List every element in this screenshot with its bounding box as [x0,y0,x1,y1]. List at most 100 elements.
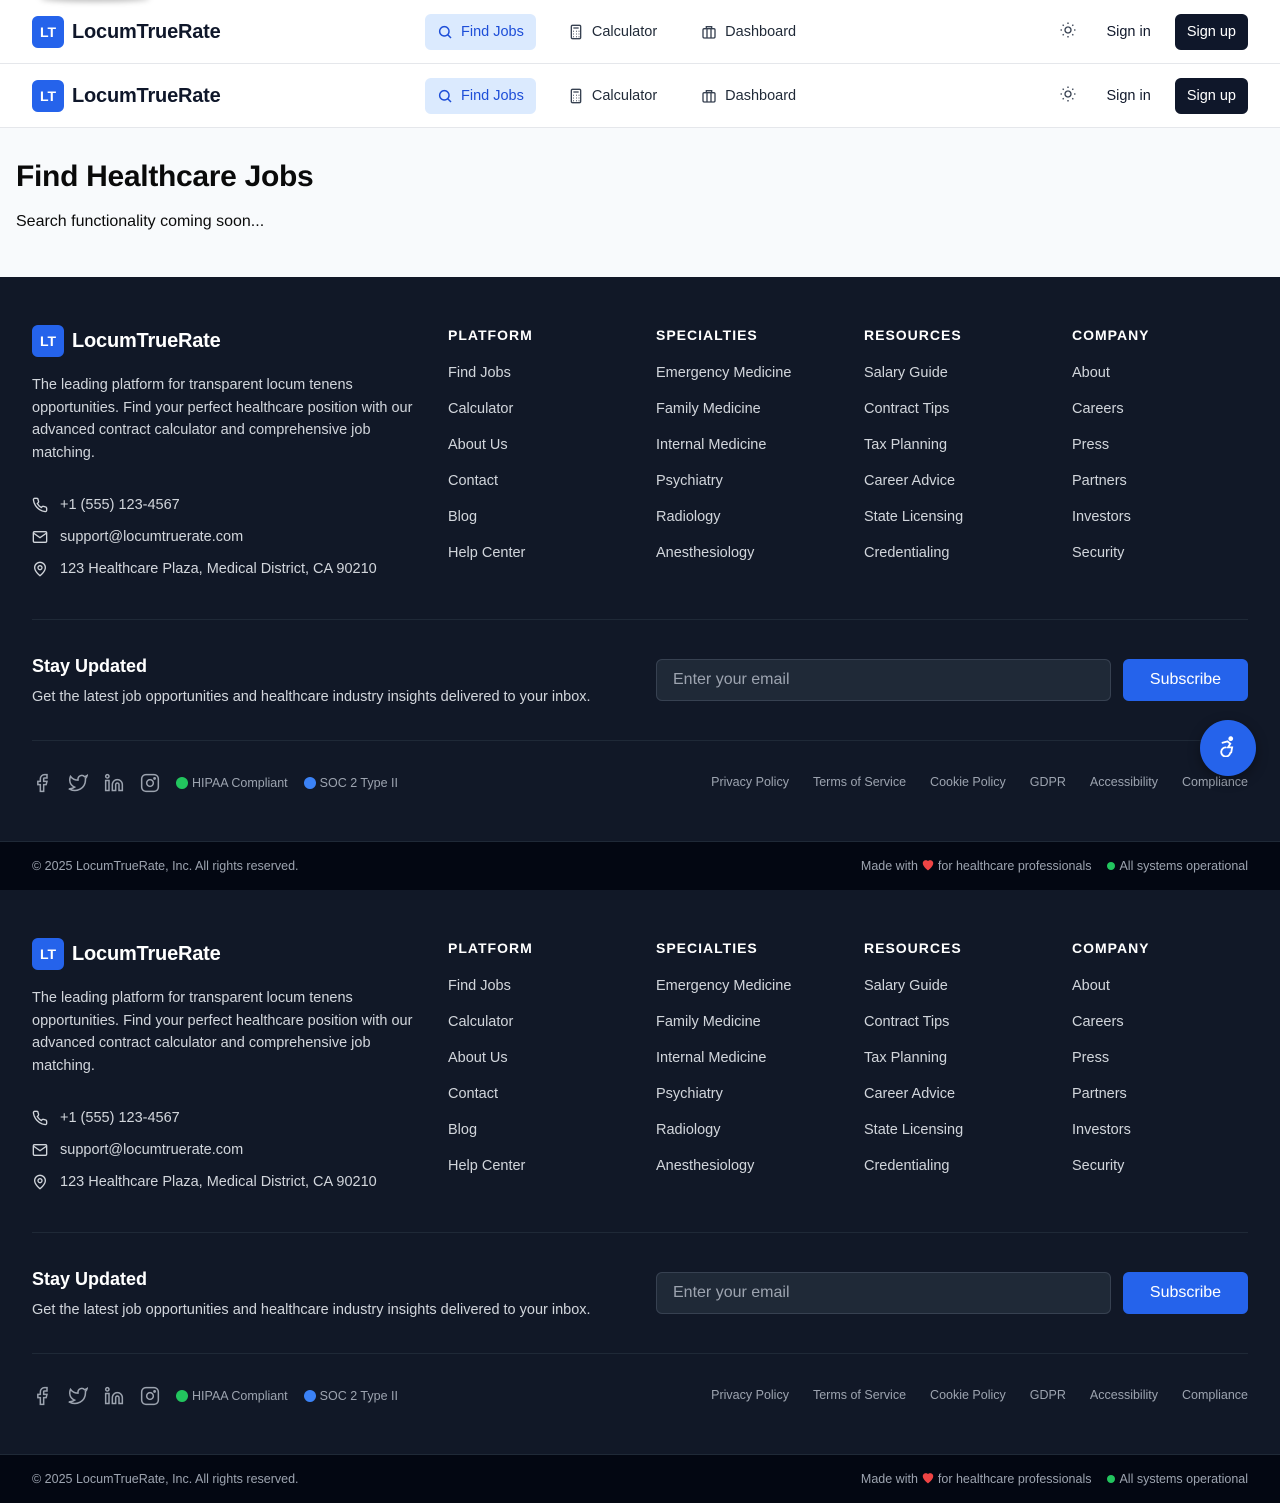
contact-phone[interactable]: +1 (555) 123-4567 [32,1102,417,1134]
footer-link[interactable]: Calculator [448,401,638,437]
footer-link[interactable]: Partners [1072,473,1262,509]
footer-link[interactable]: Internal Medicine [656,1050,846,1086]
accessibility-link[interactable]: Accessibility [1090,775,1158,789]
contact-email[interactable]: support@locumtruerate.com [32,1134,417,1166]
footer-link[interactable]: Psychiatry [656,473,846,509]
footer-link[interactable]: About [1072,978,1262,1014]
footer-link[interactable]: Emergency Medicine [656,365,846,401]
footer-link[interactable]: Anesthesiology [656,1158,846,1194]
contact-phone[interactable]: +1 (555) 123-4567 [32,489,417,521]
footer-link[interactable]: Radiology [656,509,846,545]
nav-dashboard[interactable]: Dashboard [689,14,808,50]
brand-link[interactable]: LT LocumTrueRate [32,16,221,48]
footer-link[interactable]: Blog [448,1122,638,1158]
privacy-policy-link[interactable]: Privacy Policy [711,1388,789,1402]
nav-calculator[interactable]: Calculator [556,78,669,114]
footer-link[interactable]: Contact [448,1086,638,1122]
nav-calculator[interactable]: Calculator [556,14,669,50]
newsletter-email-input[interactable]: Enter your email [656,1272,1111,1314]
status-dot [303,777,316,789]
subscribe-button[interactable]: Subscribe [1123,1272,1248,1314]
newsletter-email-input[interactable]: Enter your email [656,659,1111,701]
footer-link[interactable]: Salary Guide [864,978,1054,1014]
footer-link[interactable]: Emergency Medicine [656,978,846,1014]
cookie-policy-link[interactable]: Cookie Policy [930,775,1006,789]
footer-link[interactable]: Press [1072,437,1262,473]
footer-link[interactable]: Internal Medicine [656,437,846,473]
footer-link[interactable]: Psychiatry [656,1086,846,1122]
cookie-policy-link[interactable]: Cookie Policy [930,1388,1006,1402]
theme-toggle-button[interactable] [1050,14,1086,50]
accessibility-link[interactable]: Accessibility [1090,1388,1158,1402]
footer-link[interactable]: Career Advice [864,473,1054,509]
footer-link[interactable]: About Us [448,1050,638,1086]
footer-link[interactable]: Help Center [448,1158,638,1194]
footer-link[interactable]: Find Jobs [448,978,638,1014]
footer-link[interactable]: Radiology [656,1122,846,1158]
footer-link[interactable]: State Licensing [864,509,1054,545]
footer-link[interactable]: Contract Tips [864,1014,1054,1050]
facebook-icon[interactable] [32,1386,52,1406]
instagram-icon[interactable] [140,773,160,793]
footer-brand-link[interactable]: LT LocumTrueRate [32,325,417,357]
footer-col-company: COMPANY About Careers Press Partners Inv… [1072,327,1262,581]
theme-toggle-button[interactable] [1050,78,1086,114]
instagram-icon[interactable] [140,1386,160,1406]
footer-link[interactable]: Security [1072,545,1262,581]
footer-link[interactable]: Salary Guide [864,365,1054,401]
privacy-policy-link[interactable]: Privacy Policy [711,775,789,789]
footer-link[interactable]: Investors [1072,1122,1262,1158]
sign-up-button[interactable]: Sign up [1174,78,1248,114]
twitter-icon[interactable] [68,1386,88,1406]
facebook-icon[interactable] [32,773,52,793]
footer-link[interactable]: Careers [1072,401,1262,437]
brand-link[interactable]: LT LocumTrueRate [32,80,221,112]
sign-up-button[interactable]: Sign up [1174,14,1248,50]
compliance-link[interactable]: Compliance [1182,1388,1248,1402]
footer-link[interactable]: Family Medicine [656,1014,846,1050]
footer-link[interactable]: Anesthesiology [656,545,846,581]
gdpr-link[interactable]: GDPR [1030,775,1066,789]
accessibility-button[interactable] [1200,720,1256,776]
nav-find-jobs[interactable]: Find Jobs [425,78,536,114]
gdpr-link[interactable]: GDPR [1030,1388,1066,1402]
terms-link[interactable]: Terms of Service [813,1388,906,1402]
footer-link[interactable]: Contact [448,473,638,509]
made-with: Made with for healthcare professionals A… [861,1471,1248,1487]
terms-link[interactable]: Terms of Service [813,775,906,789]
footer-link[interactable]: Careers [1072,1014,1262,1050]
footer-link[interactable]: About Us [448,437,638,473]
linkedin-icon[interactable] [104,1386,124,1406]
sign-in-button[interactable]: Sign in [1106,24,1150,40]
footer-link[interactable]: About [1072,365,1262,401]
footer-link[interactable]: Security [1072,1158,1262,1194]
footer-link[interactable]: Partners [1072,1086,1262,1122]
col-title: SPECIALTIES [656,940,758,956]
footer-link[interactable]: Help Center [448,545,638,581]
footer-link[interactable]: Credentialing [864,545,1054,581]
col-title: SPECIALTIES [656,327,758,343]
calculator-icon [568,88,584,104]
footer-link[interactable]: Calculator [448,1014,638,1050]
compliance-link[interactable]: Compliance [1182,775,1248,789]
footer-link[interactable]: Find Jobs [448,365,638,401]
footer-link[interactable]: Family Medicine [656,401,846,437]
footer-link[interactable]: Press [1072,1050,1262,1086]
footer-link[interactable]: Tax Planning [864,437,1054,473]
subscribe-button[interactable]: Subscribe [1123,659,1248,701]
footer-link[interactable]: Career Advice [864,1086,1054,1122]
footer-link[interactable]: Tax Planning [864,1050,1054,1086]
contact-email[interactable]: support@locumtruerate.com [32,521,417,553]
sign-in-button[interactable]: Sign in [1106,88,1150,104]
linkedin-icon[interactable] [104,773,124,793]
footer-link[interactable]: State Licensing [864,1122,1054,1158]
twitter-icon[interactable] [68,773,88,793]
nav-dashboard[interactable]: Dashboard [689,78,808,114]
footer-link[interactable]: Investors [1072,509,1262,545]
footer-brand-link[interactable]: LT LocumTrueRate [32,938,417,970]
footer-link[interactable]: Blog [448,509,638,545]
footer-link[interactable]: Contract Tips [864,401,1054,437]
footer-link[interactable]: Credentialing [864,1158,1054,1194]
brand-name: LocumTrueRate [72,84,221,107]
nav-find-jobs[interactable]: Find Jobs [425,14,536,50]
